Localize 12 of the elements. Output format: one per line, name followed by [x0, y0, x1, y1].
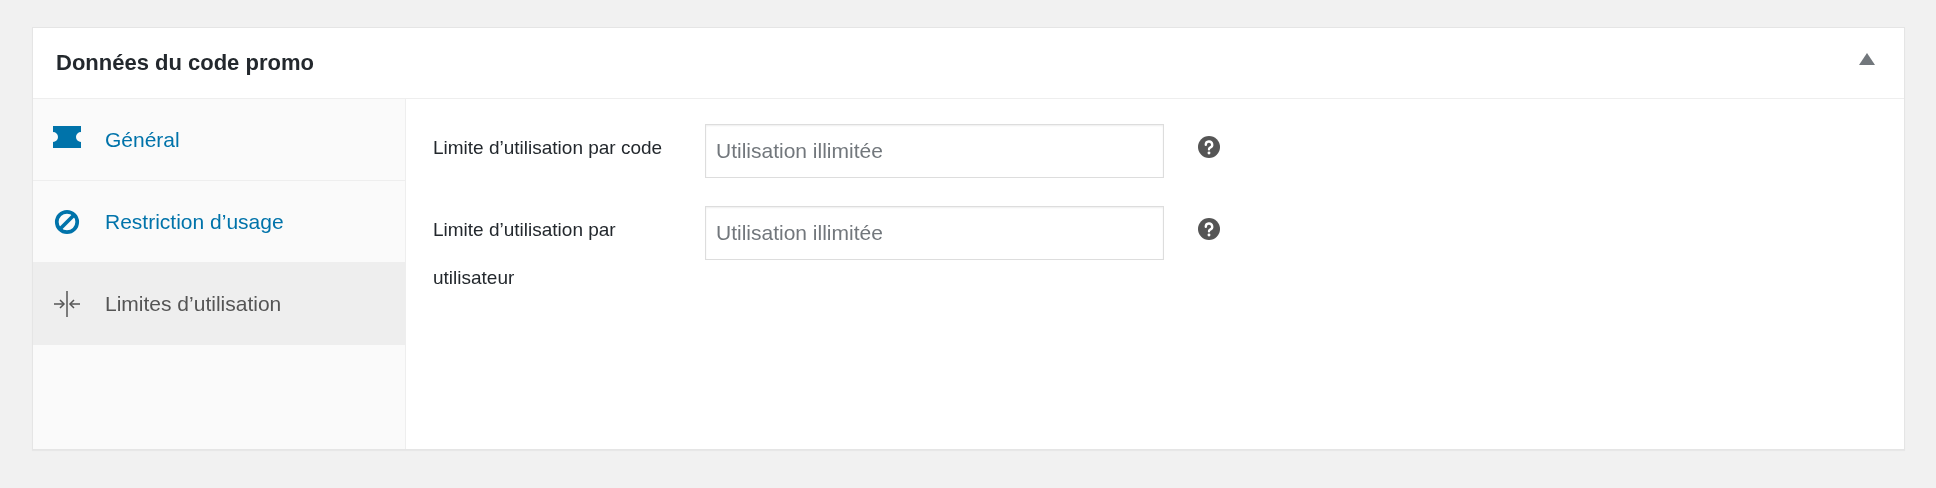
help-icon[interactable] — [1198, 136, 1220, 158]
input-field[interactable]: Utilisation illimitée — [705, 206, 1164, 260]
help-icon[interactable] — [1198, 218, 1220, 240]
ticket-icon — [53, 125, 81, 148]
panel-title: Données du code promo — [56, 50, 314, 76]
collapse-toggle-icon[interactable] — [1859, 53, 1875, 65]
field-label: Limite d’utilisation par code — [433, 136, 663, 160]
input-field[interactable]: Utilisation illimitée — [705, 124, 1164, 178]
field-label: Limite d’utilisation par utilisateur — [433, 218, 617, 290]
sidebar-tab[interactable]: Général — [33, 99, 405, 181]
prohibited-icon — [53, 208, 81, 235]
sidebar-tab[interactable]: Limites d’utilisation — [33, 263, 405, 345]
